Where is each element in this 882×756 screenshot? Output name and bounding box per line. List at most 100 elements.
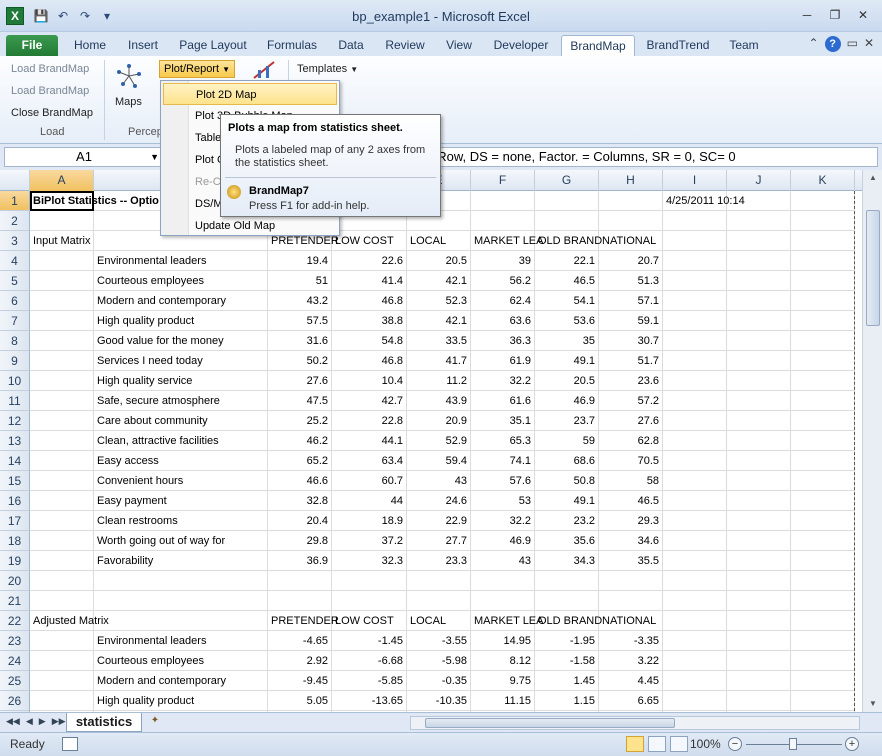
cell[interactable] — [30, 331, 94, 351]
cell[interactable]: 70.5 — [599, 451, 663, 471]
cell[interactable] — [791, 351, 855, 371]
cell[interactable]: 36.9 — [268, 551, 332, 571]
cell[interactable] — [727, 491, 791, 511]
cell[interactable]: 38.8 — [332, 311, 407, 331]
cell[interactable]: 20.5 — [535, 371, 599, 391]
cell[interactable]: 2.92 — [268, 651, 332, 671]
cell[interactable] — [94, 611, 268, 631]
cell[interactable]: 43 — [471, 551, 535, 571]
cell[interactable] — [727, 371, 791, 391]
normal-view-icon[interactable] — [626, 736, 644, 752]
tab-insert[interactable]: Insert — [120, 35, 166, 56]
cell[interactable] — [791, 411, 855, 431]
cell[interactable]: 49.1 — [535, 491, 599, 511]
row-header[interactable]: 8 — [0, 331, 30, 351]
cell[interactable]: 51.7 — [599, 351, 663, 371]
cell[interactable] — [471, 591, 535, 611]
cell[interactable] — [663, 531, 727, 551]
close-brandmap-button[interactable]: Close BrandMap — [11, 107, 93, 119]
name-box-dropdown-icon[interactable]: ▼ — [150, 148, 159, 166]
scroll-down-icon[interactable]: ▼ — [863, 696, 882, 712]
cell[interactable]: 47.5 — [268, 391, 332, 411]
cell[interactable]: Modern and contemporary — [94, 671, 268, 691]
column-header[interactable]: F — [471, 170, 535, 191]
cell[interactable]: Courteous employees — [94, 271, 268, 291]
cell[interactable] — [471, 191, 535, 211]
next-sheet-icon[interactable]: ▶ — [39, 716, 46, 727]
cell[interactable]: 4/25/2011 10:14 — [663, 191, 745, 211]
cell[interactable] — [727, 231, 791, 251]
tab-home[interactable]: Home — [66, 35, 114, 56]
zoom-slider-knob[interactable] — [789, 738, 797, 750]
cell[interactable] — [791, 531, 855, 551]
first-sheet-icon[interactable]: ◀◀ — [6, 716, 20, 727]
cell[interactable]: 44.1 — [332, 431, 407, 451]
cell[interactable]: Easy access — [94, 451, 268, 471]
cell[interactable]: 27.6 — [268, 371, 332, 391]
cell[interactable] — [663, 571, 727, 591]
cell[interactable] — [791, 211, 855, 231]
cell[interactable]: 42.1 — [407, 311, 471, 331]
column-header[interactable]: I — [663, 170, 727, 191]
column-header[interactable]: G — [535, 170, 599, 191]
cell[interactable] — [791, 291, 855, 311]
cell[interactable]: 50.8 — [535, 471, 599, 491]
tab-formulas[interactable]: Formulas — [260, 35, 324, 56]
vertical-scroll-thumb[interactable] — [866, 210, 880, 326]
cell[interactable]: -1.58 — [535, 651, 599, 671]
cell[interactable]: -13.65 — [332, 691, 407, 711]
cell[interactable] — [727, 531, 791, 551]
cell[interactable] — [727, 451, 791, 471]
zoom-out-icon[interactable]: − — [728, 737, 742, 751]
cell[interactable]: 41.4 — [332, 271, 407, 291]
cell[interactable]: Environmental leaders — [94, 251, 268, 271]
cell[interactable] — [663, 491, 727, 511]
cell[interactable]: 57.2 — [599, 391, 663, 411]
cell[interactable] — [791, 631, 855, 651]
cell[interactable]: NATIONAL — [599, 231, 663, 251]
cell[interactable] — [30, 391, 94, 411]
cell[interactable]: 46.8 — [332, 291, 407, 311]
row-header[interactable]: 15 — [0, 471, 30, 491]
cell[interactable] — [663, 591, 727, 611]
row-header[interactable]: 20 — [0, 571, 30, 591]
cell[interactable] — [599, 571, 663, 591]
cell[interactable]: Care about community — [94, 411, 268, 431]
cell[interactable] — [30, 651, 94, 671]
cell[interactable] — [791, 451, 855, 471]
row-header[interactable]: 22 — [0, 611, 30, 631]
cell[interactable]: 62.8 — [599, 431, 663, 451]
cell[interactable]: 46.2 — [268, 431, 332, 451]
cell[interactable]: 41.7 — [407, 351, 471, 371]
menu-item-plot-2d-map[interactable]: Plot 2D Map — [163, 83, 337, 105]
cell[interactable] — [663, 351, 727, 371]
cell[interactable]: Worth going out of way for — [94, 531, 268, 551]
cell[interactable] — [727, 311, 791, 331]
cell[interactable]: 42.1 — [407, 271, 471, 291]
row-header[interactable]: 16 — [0, 491, 30, 511]
cell[interactable]: 49.1 — [535, 351, 599, 371]
cell[interactable] — [791, 671, 855, 691]
cell[interactable]: 50.2 — [268, 351, 332, 371]
cell[interactable]: 11.2 — [407, 371, 471, 391]
cell[interactable] — [727, 291, 791, 311]
row-header[interactable]: 24 — [0, 651, 30, 671]
cell[interactable] — [727, 351, 791, 371]
cell[interactable]: Input Matrix — [30, 231, 94, 251]
minimize-ribbon-icon[interactable]: ⌃ — [809, 36, 819, 52]
cell[interactable] — [791, 691, 855, 711]
cell[interactable]: Convenient hours — [94, 471, 268, 491]
maps-button-label[interactable]: Maps — [115, 96, 142, 108]
row-header[interactable]: 26 — [0, 691, 30, 711]
cell[interactable] — [268, 571, 332, 591]
cell[interactable]: 65.3 — [471, 431, 535, 451]
cell[interactable]: 29.8 — [268, 531, 332, 551]
cell[interactable] — [30, 311, 94, 331]
cell[interactable]: -0.35 — [407, 671, 471, 691]
cell[interactable]: LOW COST — [332, 231, 407, 251]
window-restore-icon[interactable]: ▭ — [847, 36, 858, 52]
cell[interactable]: 35 — [535, 331, 599, 351]
horizontal-scrollbar[interactable] — [410, 716, 860, 730]
cell[interactable] — [663, 631, 727, 651]
cell[interactable] — [30, 531, 94, 551]
